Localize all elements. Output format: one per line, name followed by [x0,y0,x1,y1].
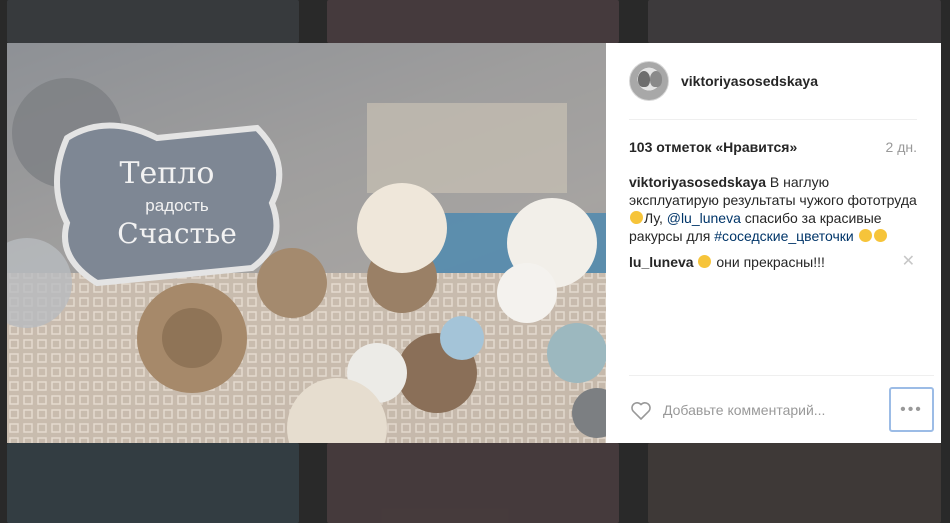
sign-word-2: радость [145,196,209,215]
emoji-smile-icon [858,229,872,242]
comment-text: они прекрасны!!! [712,254,825,270]
emoji-smile-icon [630,211,643,224]
emoji-smile-icon [873,229,887,242]
photo-illustration: Тепло радость Счастье [7,43,606,443]
comment-item: lu_luneva они прекрасны!!! ✕ [629,253,917,271]
more-options-button[interactable]: ••• [889,387,934,432]
hashtag-link[interactable]: #соседские_цветочки [714,228,854,244]
add-comment-bar: ••• [629,375,934,443]
comment-author[interactable]: lu_luneva [629,254,694,270]
comment-body: lu_luneva они прекрасны!!! [629,253,825,271]
more-options-icon: ••• [900,400,923,418]
caption: viktoriyasosedskaya В наглую эксплуатиру… [629,173,917,245]
post-photo[interactable]: Тепло радость Счастье [7,43,606,443]
username-link[interactable]: viktoriyasosedskaya [681,73,818,89]
post-modal: Тепло радость Счастье viktoriyasosedskay… [7,43,941,443]
caption-text-2: Лу, [644,210,667,226]
post-time[interactable]: 2 дн. [886,139,917,155]
heart-outline-icon[interactable] [629,398,653,422]
caption-author[interactable]: viktoriyasosedskaya [629,174,766,190]
mention-link[interactable]: @lu_luneva [667,210,741,226]
post-header: viktoriyasosedskaya [629,43,917,120]
post-details-panel: viktoriyasosedskaya 103 отметок «Нравитс… [606,43,941,443]
sign-word-3: Счастье [117,217,237,250]
likes-count[interactable]: 103 отметок «Нравится» [629,139,797,155]
avatar[interactable] [629,61,669,101]
sign-word-1: Тепло [120,156,215,191]
comment-input[interactable] [663,401,889,418]
likes-row: 103 отметок «Нравится» 2 дн. [629,138,917,156]
emoji-smile-icon [698,255,712,268]
close-icon[interactable]: ✕ [902,253,915,271]
